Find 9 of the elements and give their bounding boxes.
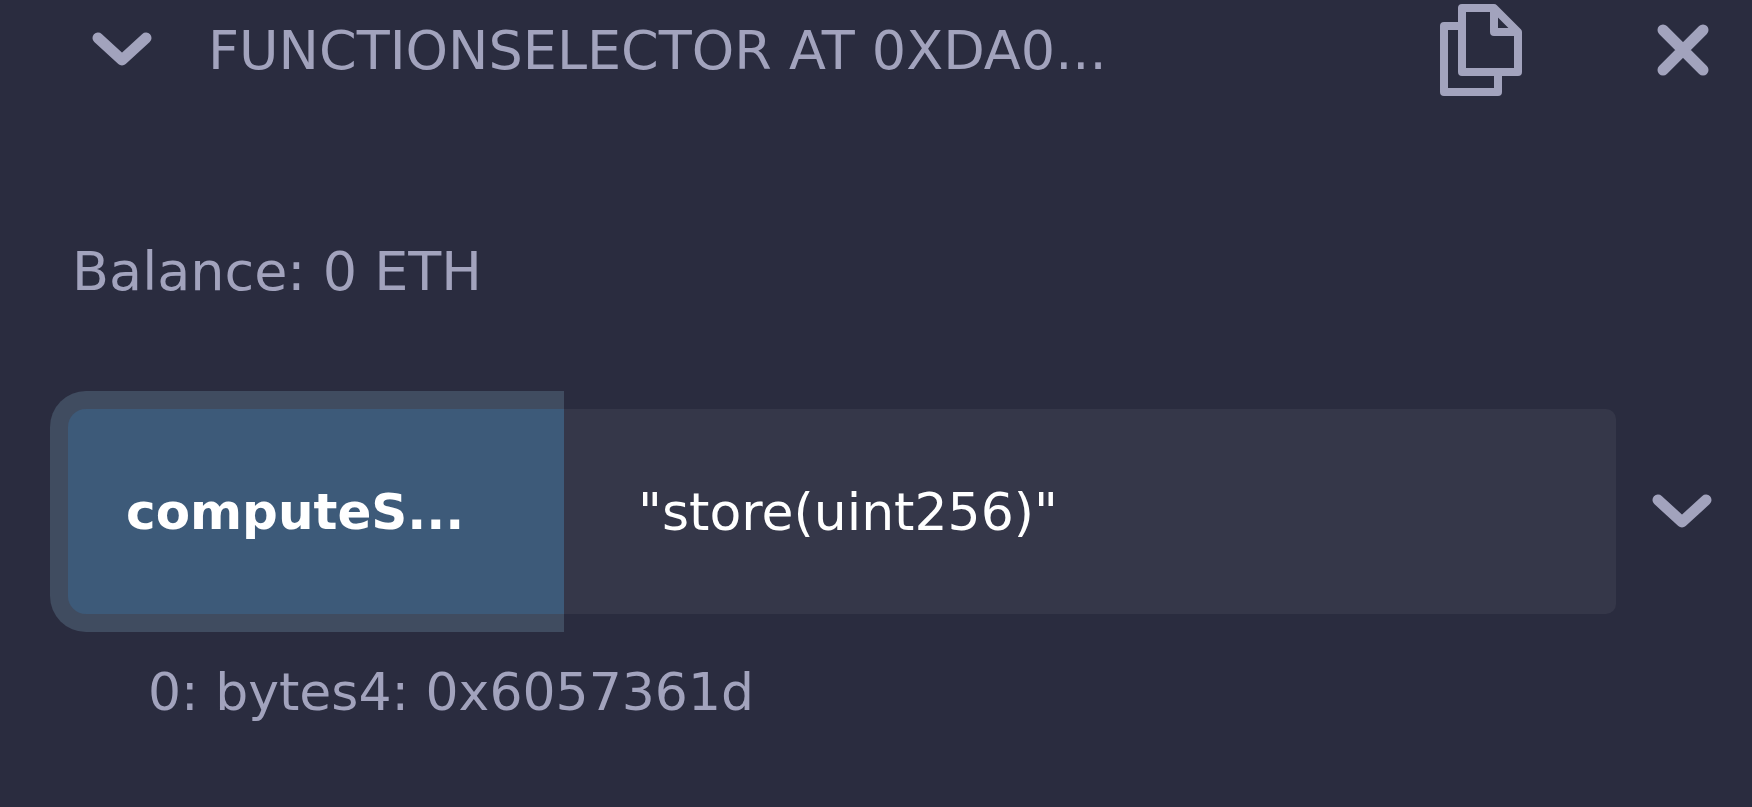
argument-field[interactable]: "store(uint256)" <box>564 409 1616 614</box>
chevron-icon[interactable] <box>92 32 152 68</box>
function-button[interactable]: computeS... <box>68 409 564 614</box>
close-icon[interactable] <box>1657 24 1709 76</box>
copy-icon[interactable] <box>1438 4 1522 96</box>
output-text: 0: bytes4: 0x6057361d <box>148 662 755 722</box>
chevron-icon[interactable] <box>1652 493 1712 530</box>
balance-label: Balance: 0 ETH <box>72 240 483 303</box>
instance-title: FUNCTIONSELECTOR AT 0XDA0... <box>208 18 1108 82</box>
